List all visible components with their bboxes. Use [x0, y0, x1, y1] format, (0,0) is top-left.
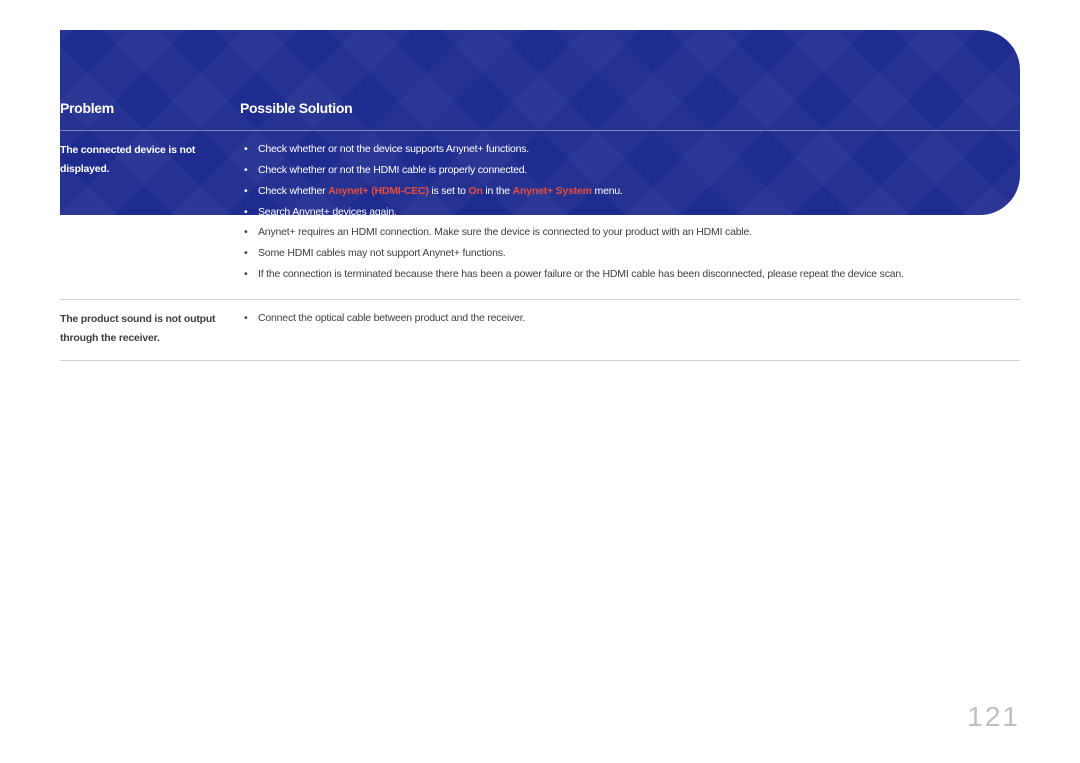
- highlight-text: Anynet+ System: [513, 185, 592, 197]
- list-item: Check whether Anynet+ (HDMI-CEC) is set …: [240, 183, 1020, 201]
- content-area: Problem Possible Solution The connected …: [60, 30, 1020, 361]
- solution-cell: Connect the optical cable between produc…: [235, 310, 1020, 348]
- solution-text: is set to: [429, 185, 469, 197]
- table-row: The connected device is not displayed. C…: [60, 131, 1020, 300]
- troubleshooting-table: Problem Possible Solution The connected …: [60, 100, 1020, 361]
- list-item: Search Anynet+ devices again.: [240, 204, 1020, 222]
- header-problem-col: Problem: [60, 100, 235, 118]
- page-container: Problem Possible Solution The connected …: [0, 0, 1080, 763]
- list-item: Connect the optical cable between produc…: [240, 310, 1020, 328]
- problem-text: The product sound is not output through …: [60, 310, 235, 348]
- list-item: Anynet+ requires an HDMI connection. Mak…: [240, 224, 1020, 242]
- highlight-text: On: [469, 185, 483, 197]
- list-item: Check whether or not the device supports…: [240, 141, 1020, 159]
- solution-text: If the connection is terminated because …: [258, 268, 904, 280]
- problem-text: The connected device is not displayed.: [60, 141, 235, 179]
- solution-text: Search Anynet+ devices again.: [258, 206, 397, 218]
- header-problem-label: Problem: [60, 100, 114, 116]
- solution-text: Check whether: [258, 185, 328, 197]
- solution-text: Connect the optical cable between produc…: [258, 312, 525, 324]
- solution-text: Anynet+ requires an HDMI connection. Mak…: [258, 226, 752, 238]
- solution-text: menu.: [592, 185, 623, 197]
- list-item: Check whether or not the HDMI cable is p…: [240, 162, 1020, 180]
- solution-text: Check whether or not the HDMI cable is p…: [258, 164, 527, 176]
- solution-list: Connect the optical cable between produc…: [240, 310, 1020, 328]
- table-header-row: Problem Possible Solution: [60, 100, 1020, 131]
- header-solution-label: Possible Solution: [240, 100, 352, 116]
- highlight-text: Anynet+ (HDMI-CEC): [328, 185, 429, 197]
- solution-text: in the: [483, 185, 513, 197]
- table-row: The product sound is not output through …: [60, 300, 1020, 361]
- list-item: If the connection is terminated because …: [240, 266, 1020, 284]
- solution-text: Check whether or not the device supports…: [258, 143, 529, 155]
- page-number: 121: [967, 701, 1020, 733]
- solution-cell: Check whether or not the device supports…: [235, 141, 1020, 287]
- problem-cell: The product sound is not output through …: [60, 310, 235, 348]
- problem-cell: The connected device is not displayed.: [60, 141, 235, 287]
- list-item: Some HDMI cables may not support Anynet+…: [240, 245, 1020, 263]
- solution-list: Check whether or not the device supports…: [240, 141, 1020, 284]
- solution-text: Some HDMI cables may not support Anynet+…: [258, 247, 505, 259]
- header-solution-col: Possible Solution: [235, 100, 1020, 118]
